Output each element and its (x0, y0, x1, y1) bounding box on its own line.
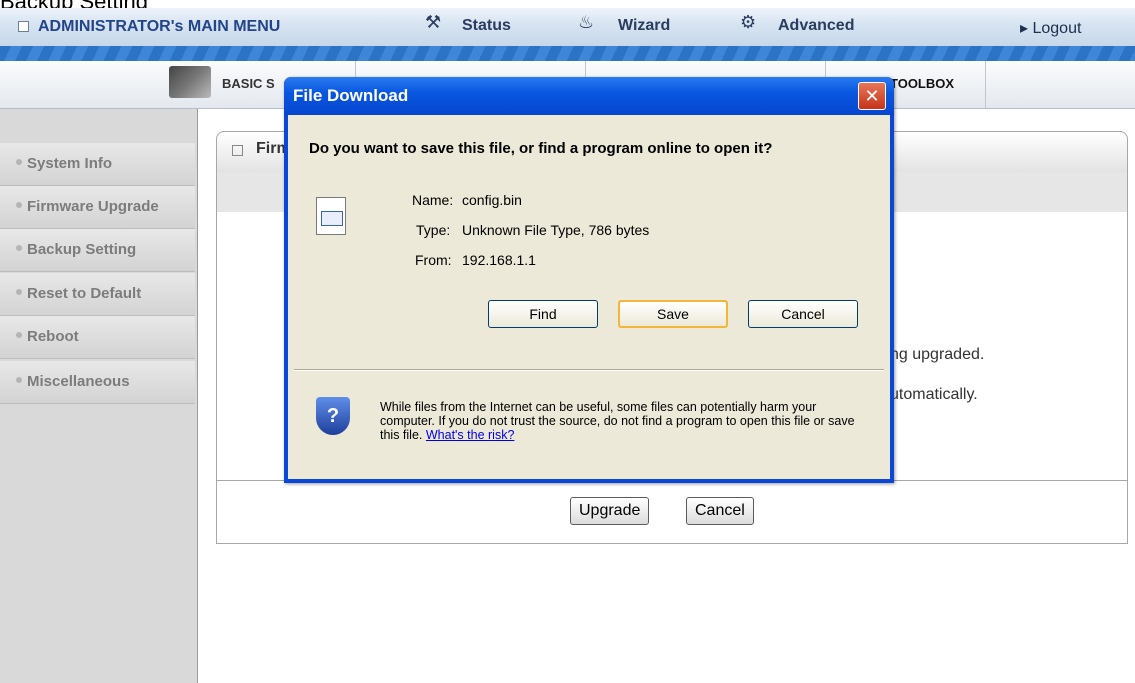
sidebar-item-miscellaneous[interactable]: Miscellaneous (0, 361, 195, 404)
panel-footer (216, 480, 1128, 544)
nav-advanced[interactable]: Advanced (778, 17, 854, 35)
bullet-icon (16, 245, 22, 251)
type-label: Type: (416, 222, 451, 238)
name-label: Name: (412, 192, 454, 208)
advanced-icon[interactable]: ⚙ (740, 12, 756, 33)
close-icon[interactable]: ✕ (858, 82, 886, 110)
name-value: config.bin (462, 192, 522, 208)
dialog-title-bar[interactable]: File Download ✕ (284, 77, 894, 115)
tab-divider (985, 61, 986, 108)
panel-text-line: ng upgraded. (890, 346, 985, 363)
sidebar-item-system-info[interactable]: System Info (0, 143, 195, 186)
sidebar-item-backup-setting[interactable]: Backup Setting (0, 229, 195, 272)
status-icon[interactable]: ⚒ (425, 12, 441, 33)
whats-the-risk-link[interactable]: What's the risk? (426, 428, 515, 442)
sidebar-item-label: Backup Setting (27, 241, 137, 258)
sidebar-item-firmware-upgrade[interactable]: Firmware Upgrade (0, 186, 195, 229)
panel-text-line: utomatically. (890, 386, 978, 403)
sidebar-item-reset-to-default[interactable]: Reset to Default (0, 273, 195, 316)
dialog-divider (294, 369, 884, 371)
tab-toolbox[interactable]: TOOLBOX (890, 76, 954, 91)
file-type-icon (316, 197, 346, 235)
sidebar-item-label: Reset to Default (27, 285, 142, 302)
bullet-icon (16, 332, 22, 338)
nav-wizard[interactable]: Wizard (618, 17, 670, 35)
bullet-icon (16, 289, 22, 295)
security-warning-text: While files from the Internet can be use… (380, 400, 855, 442)
sidebar-item-label: System Info (27, 155, 113, 172)
save-button[interactable]: Save (618, 300, 728, 328)
bullet-icon (16, 377, 22, 383)
dialog-title: File Download (293, 86, 409, 105)
logout-link[interactable]: ▸ Logout (1020, 18, 1081, 38)
bullet-icon (16, 159, 22, 165)
type-value: Unknown File Type, 786 bytes (462, 222, 650, 238)
dialog-question: Do you want to save this file, or find a… (309, 140, 773, 157)
sidebar-item-reboot[interactable]: Reboot (0, 316, 195, 359)
file-download-dialog: File Download ✕ Do you want to save this… (284, 77, 894, 483)
sidebar-item-label: Reboot (27, 328, 79, 345)
panel-square-icon (232, 145, 243, 156)
bullet-icon (16, 202, 22, 208)
menu-square-icon (18, 21, 29, 32)
basic-setting-icon[interactable] (169, 66, 211, 98)
nav-status[interactable]: Status (462, 17, 511, 35)
admin-main-menu-title[interactable]: ADMINISTRATOR's MAIN MENU (38, 18, 280, 36)
arrow-right-icon: ▸ (1020, 20, 1033, 37)
from-value: 192.168.1.1 (462, 252, 536, 268)
cancel-upgrade-button[interactable]: Cancel (686, 497, 754, 525)
wizard-icon[interactable]: ♨ (578, 12, 594, 33)
find-button[interactable]: Find (488, 300, 598, 328)
dialog-body: Do you want to save this file, or find a… (288, 115, 890, 479)
upgrade-button[interactable]: Upgrade (570, 497, 650, 525)
security-shield-icon: ? (316, 397, 350, 435)
menu-stripe (0, 46, 1135, 61)
sidebar-item-label: Miscellaneous (27, 373, 130, 390)
cancel-button[interactable]: Cancel (748, 300, 858, 328)
tab-basic-setting[interactable]: BASIC S (222, 76, 275, 91)
from-label: From: (415, 252, 452, 268)
sidebar-item-label: Firmware Upgrade (27, 198, 159, 215)
